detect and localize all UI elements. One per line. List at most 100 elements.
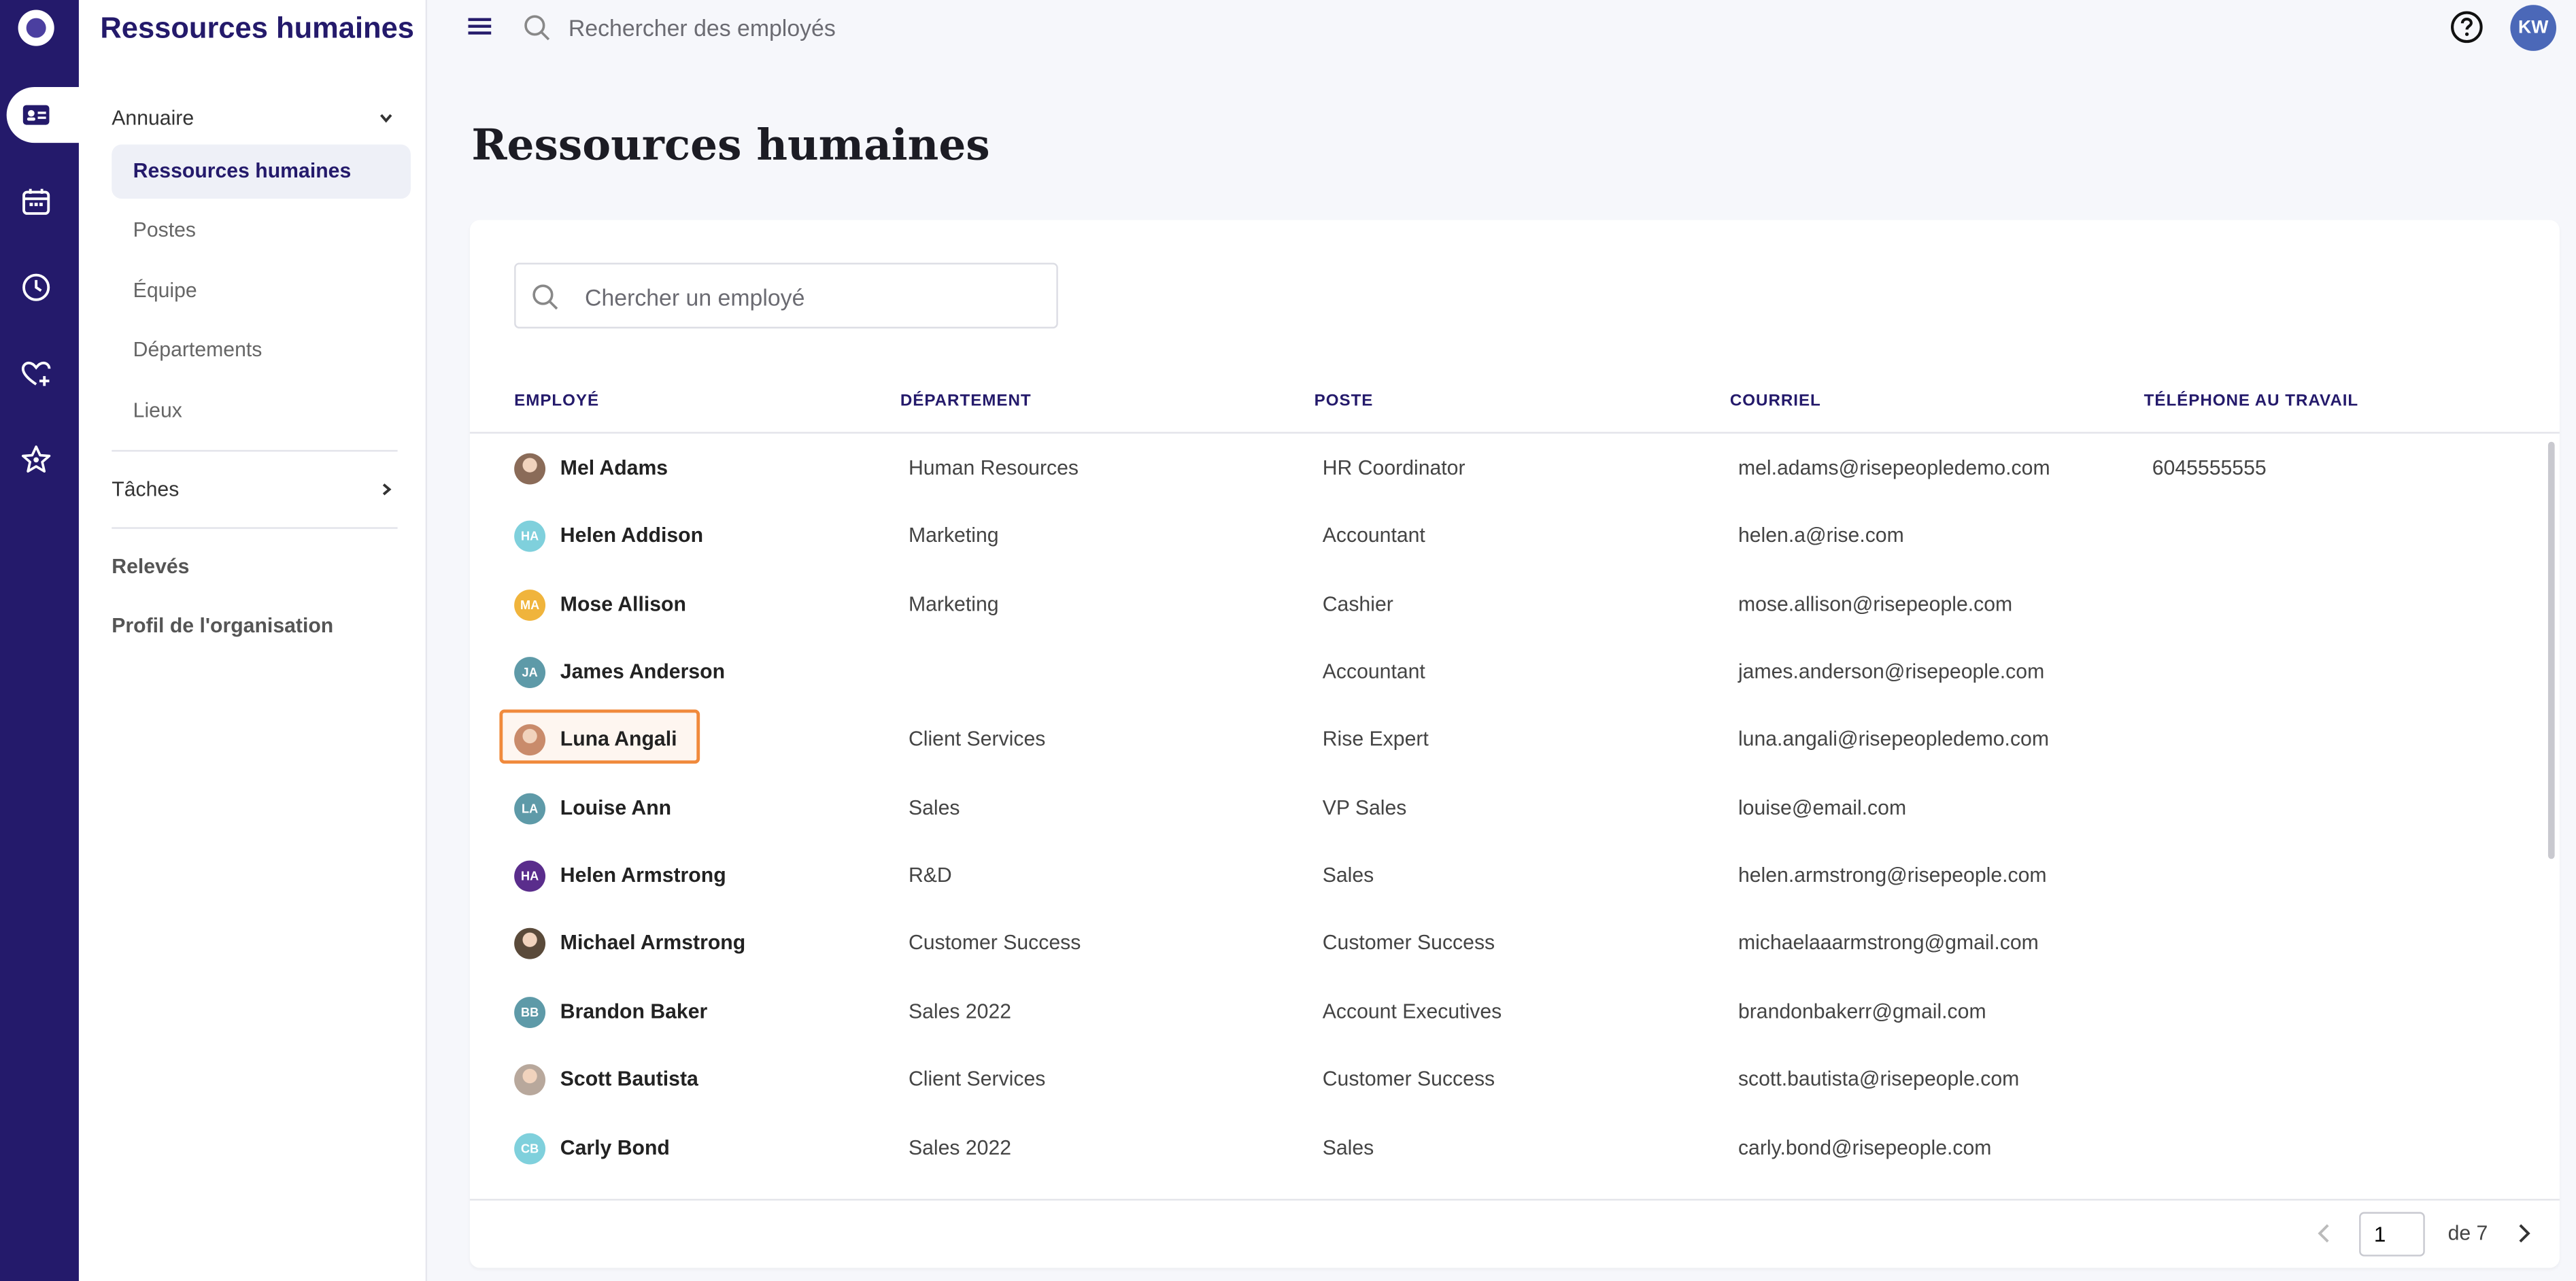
employee-work-phone: 6045555555: [2152, 456, 2267, 480]
employee-position: Account Executives: [1322, 1000, 1502, 1023]
hamburger-menu-icon[interactable]: [468, 16, 492, 36]
employee-avatar: BB: [514, 996, 546, 1028]
employee-department: Customer Success: [908, 932, 1081, 955]
employee-avatar: [514, 1064, 546, 1096]
employee-department: Client Services: [908, 728, 1046, 751]
employee-department: Client Services: [908, 1068, 1046, 1091]
table-row[interactable]: JA James Anderson Accountant james.anderson…: [470, 639, 2543, 706]
employee-table-card: EMPLOYÉ DÉPARTEMENT POSTE COURRIEL TÉLÉP…: [469, 220, 2560, 1268]
employee-name[interactable]: James Anderson: [560, 639, 725, 706]
search-icon: [532, 284, 558, 310]
employee-name[interactable]: Helen Armstrong: [560, 842, 726, 910]
table-row[interactable]: HA Helen Addison Marketing Accountant helen.…: [470, 503, 2543, 570]
employee-email: mel.adams@risepeopledemo.com: [1738, 456, 2050, 480]
employee-department: Sales 2022: [908, 1135, 1012, 1159]
employee-email: helen.armstrong@risepeople.com: [1738, 864, 2047, 887]
table-row[interactable]: HA Helen Armstrong R&D Sales helen.armstrong…: [470, 842, 2543, 910]
user-avatar[interactable]: KW: [2510, 5, 2557, 51]
help-icon[interactable]: [2450, 10, 2484, 44]
employee-department: Marketing: [908, 524, 999, 548]
column-header-position[interactable]: POSTE: [1315, 392, 1374, 411]
employee-position: Accountant: [1322, 660, 1425, 683]
global-search-input[interactable]: [568, 10, 1226, 46]
employee-avatar: CB: [514, 1132, 546, 1164]
sidebar-divider: [112, 449, 398, 452]
employee-email: mose.allison@risepeople.com: [1738, 592, 2013, 616]
sidebar-item-human-resources[interactable]: Ressources humaines: [112, 144, 411, 199]
employee-search-box: [514, 262, 1058, 329]
employee-avatar: JA: [514, 657, 546, 689]
employee-email: luna.angali@risepeopledemo.com: [1738, 728, 2050, 751]
employee-position: Sales: [1322, 1135, 1374, 1159]
table-footer-divider: [469, 1199, 2560, 1201]
employee-name[interactable]: Mose Allison: [560, 571, 686, 638]
employee-name[interactable]: Scott Bautista: [560, 1046, 698, 1114]
chevron-right-icon[interactable]: [378, 481, 394, 498]
table-row[interactable]: Michael Armstrong Customer Success Custome…: [470, 910, 2543, 978]
employee-search-input[interactable]: [585, 279, 1045, 315]
sidebar-item-team[interactable]: Équipe: [112, 264, 411, 319]
sidebar-section-tasks[interactable]: Tâches: [112, 478, 179, 501]
clock-icon[interactable]: [20, 271, 52, 304]
sidebar-section-reports[interactable]: Relevés: [112, 555, 189, 578]
employee-email: louise@email.com: [1738, 796, 1907, 819]
column-header-employee[interactable]: EMPLOYÉ: [514, 392, 599, 411]
employee-name[interactable]: Mel Adams: [560, 435, 668, 502]
sidebar-section-directory[interactable]: Annuaire: [112, 107, 194, 130]
employee-position: VP Sales: [1322, 796, 1407, 819]
employee-email: michaelaaarmstrong@gmail.com: [1738, 932, 2039, 955]
heart-plus-icon[interactable]: [20, 358, 52, 391]
employee-avatar: MA: [514, 589, 546, 621]
app-title: Ressources humaines: [100, 11, 415, 45]
sidebar-item-departments[interactable]: Départements: [112, 324, 411, 378]
employee-name[interactable]: Helen Addison: [560, 503, 703, 570]
table-scrollbar-thumb[interactable]: [2547, 441, 2555, 859]
app-logo-icon[interactable]: [18, 10, 54, 46]
table-row[interactable]: Luna Angali Client Services Rise Expert lun…: [470, 707, 2543, 774]
employee-department: Marketing: [908, 592, 999, 616]
column-header-department[interactable]: DÉPARTEMENT: [900, 392, 1032, 411]
sidebar-item-positions[interactable]: Postes: [112, 204, 411, 258]
table-row[interactable]: CB Carly Bond Sales 2022 Sales carly.bond@ri…: [470, 1114, 2543, 1182]
employee-position: Customer Success: [1322, 1068, 1495, 1091]
employee-position: Customer Success: [1322, 932, 1495, 955]
employee-name[interactable]: Louise Ann: [560, 774, 671, 842]
directory-card-icon[interactable]: [20, 99, 52, 131]
employee-avatar: LA: [514, 793, 546, 824]
employee-avatar: [514, 928, 546, 960]
employee-avatar: [514, 453, 546, 485]
employee-name[interactable]: Michael Armstrong: [560, 910, 745, 978]
employee-department: Sales 2022: [908, 1000, 1012, 1023]
previous-page-icon[interactable]: [2313, 1220, 2336, 1247]
column-header-work-phone[interactable]: TÉLÉPHONE AU TRAVAIL: [2144, 392, 2358, 411]
employee-name[interactable]: Carly Bond: [560, 1114, 670, 1182]
table-row[interactable]: MA Mose Allison Marketing Cashier mose.allis…: [470, 571, 2543, 638]
employee-position: Rise Expert: [1322, 728, 1429, 751]
column-header-email[interactable]: COURRIEL: [1730, 392, 1821, 411]
employee-avatar: HA: [514, 521, 546, 553]
sidebar-section-org-profile[interactable]: Profil de l'organisation: [112, 614, 333, 637]
next-page-icon[interactable]: [2512, 1220, 2535, 1247]
chevron-down-icon[interactable]: [378, 110, 394, 126]
employee-department: Sales: [908, 796, 960, 819]
icon-rail: [0, 0, 86, 1281]
calendar-icon[interactable]: [20, 186, 52, 218]
page-count-label: de 7: [2447, 1222, 2488, 1245]
sidebar-item-locations[interactable]: Lieux: [112, 384, 411, 439]
page-number-input[interactable]: [2359, 1212, 2425, 1257]
star-badge-icon[interactable]: [20, 443, 52, 476]
table-header-divider: [469, 432, 2560, 434]
table-row[interactable]: BB Brandon Baker Sales 2022 Account Executi…: [470, 978, 2543, 1046]
employee-email: james.anderson@risepeople.com: [1738, 660, 2045, 683]
table-row[interactable]: Mel Adams Human Resources HR Coordinator me…: [470, 435, 2543, 502]
sidebar: Ressources humaines Annuaire Ressources …: [78, 0, 428, 1281]
table-row[interactable]: Scott Bautista Client Services Customer Su…: [470, 1046, 2543, 1114]
employee-department: Human Resources: [908, 456, 1079, 480]
page-title: Ressources humaines: [471, 121, 990, 171]
employee-name[interactable]: Brandon Baker: [560, 978, 707, 1046]
employee-email: scott.bautista@risepeople.com: [1738, 1068, 2020, 1091]
employee-avatar: HA: [514, 860, 546, 892]
table-row[interactable]: LA Louise Ann Sales VP Sales louise@email.co…: [470, 774, 2543, 842]
employee-position: HR Coordinator: [1322, 456, 1465, 480]
employee-name[interactable]: Luna Angali: [560, 707, 677, 774]
